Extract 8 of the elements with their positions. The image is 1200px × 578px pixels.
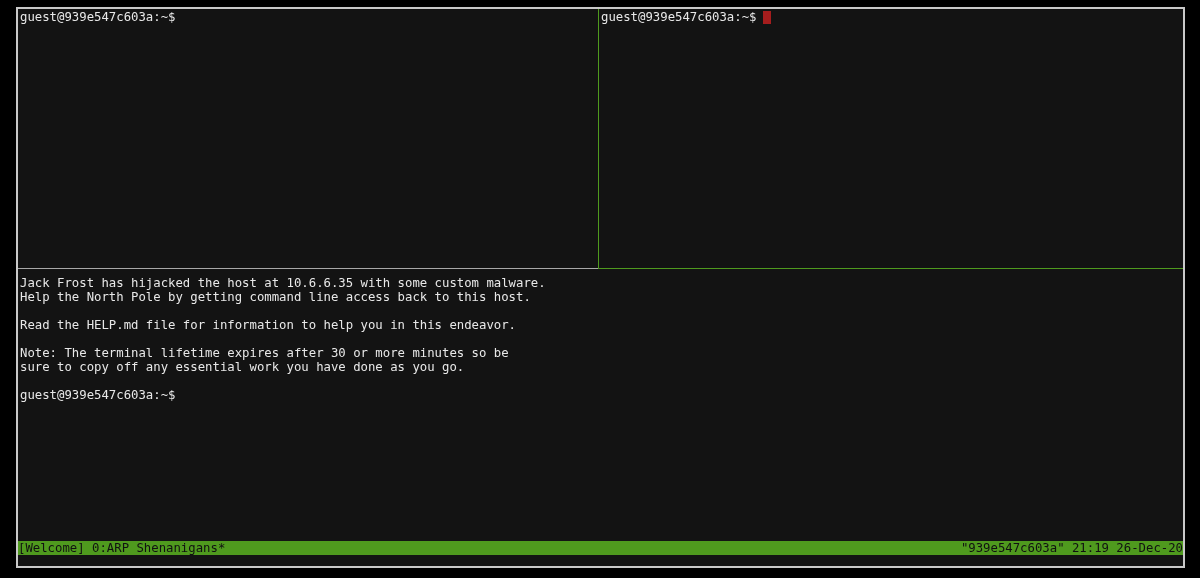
terminal-output: Note: The terminal lifetime expires after 30 or more minutes so be sure to copy off any essential work you have done as you go. (20, 346, 510, 374)
terminal-output: Read the HELP.md file for information to help you in this endeavor. (20, 318, 518, 332)
shell-prompt: guest@939e547c603a:~$ (601, 10, 757, 24)
window-list: [Welcome] 0:ARP Shenanigans* (18, 541, 226, 555)
host-clock: "939e547c603a" 21:19 26-Dec-20 (960, 541, 1183, 555)
shell-prompt: guest@939e547c603a:~$ (20, 10, 176, 24)
terminal-output: Jack Frost has hijacked the host at 10.6.6.35 with some custom malware. Help the North Pole by getting command line access back to this host. (20, 276, 547, 304)
shell-prompt: guest@939e547c603a:~$ (20, 388, 176, 402)
